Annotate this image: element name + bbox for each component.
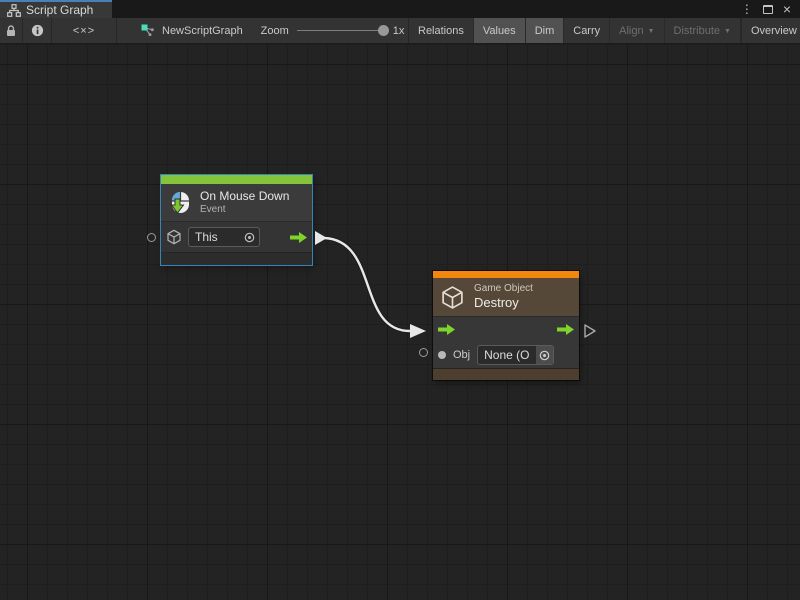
values-toggle[interactable]: Values: [474, 18, 526, 43]
maximize-icon[interactable]: [763, 5, 773, 14]
object-picker-button[interactable]: [536, 346, 553, 364]
window-tab-bar: Script Graph ⋮ ×: [0, 0, 800, 18]
node-header[interactable]: Game Object Destroy: [433, 278, 579, 316]
align-dropdown[interactable]: Align ▼: [610, 18, 664, 43]
connection-wire: [0, 44, 800, 600]
tab-title: Script Graph: [26, 3, 93, 17]
exec-input-arrow[interactable]: [438, 324, 455, 335]
overview-button[interactable]: Overview: [742, 18, 800, 43]
graph-icon: [141, 24, 155, 37]
zoom-control: Zoom 1x: [257, 18, 408, 43]
dim-toggle[interactable]: Dim: [526, 18, 565, 43]
info-icon: [31, 24, 44, 37]
tab-script-graph[interactable]: Script Graph: [0, 0, 112, 18]
object-input-row: Obj None (O: [433, 342, 579, 368]
values-label: Values: [483, 25, 516, 37]
exec-port-row: [433, 316, 579, 342]
relations-toggle[interactable]: Relations: [409, 18, 474, 43]
gameobject-accent-strip: [433, 271, 579, 278]
mouse-down-icon: [167, 190, 193, 216]
lock-button[interactable]: [0, 18, 22, 43]
distribute-dropdown[interactable]: Distribute ▼: [665, 18, 741, 43]
node-footer: [433, 368, 579, 380]
carry-toggle[interactable]: Carry: [564, 18, 610, 43]
code-preview-button[interactable]: <×>: [52, 18, 116, 43]
wire-arrowhead: [410, 324, 426, 338]
input-label: Obj: [453, 349, 470, 361]
chevron-down-icon: ▼: [724, 28, 731, 35]
node-destroy[interactable]: Game Object Destroy Obj None (O: [433, 271, 579, 380]
target-field-value: This: [195, 230, 218, 244]
chevron-down-icon: ▼: [648, 28, 655, 35]
info-button[interactable]: [23, 18, 51, 43]
exec-wire-start-arrow[interactable]: [315, 231, 327, 245]
node-port-row: This: [161, 221, 312, 252]
input-ring-port[interactable]: [419, 348, 428, 357]
object-picker-icon: [539, 350, 550, 361]
carry-label: Carry: [573, 25, 600, 37]
align-label: Align: [619, 25, 643, 37]
graph-name: NewScriptGraph: [162, 25, 243, 37]
graph-toolbar: <×> NewScriptGraph Zoom 1x Relations Val…: [0, 18, 800, 44]
zoom-slider-handle[interactable]: [378, 25, 389, 36]
window-menu-icon[interactable]: ⋮: [741, 3, 753, 15]
value-input-port[interactable]: [438, 351, 446, 359]
overview-label: Overview: [751, 25, 797, 37]
node-category: Game Object: [474, 283, 533, 295]
node-title: Destroy: [474, 295, 533, 311]
zoom-value: 1x: [393, 25, 405, 37]
node-header[interactable]: On Mouse Down Event: [161, 184, 312, 221]
target-object-field[interactable]: This: [188, 227, 260, 247]
graph-breadcrumb[interactable]: NewScriptGraph: [117, 18, 257, 43]
node-title: On Mouse Down: [200, 189, 289, 204]
lock-icon: [5, 24, 17, 37]
exec-output-arrow[interactable]: [557, 324, 574, 335]
graph-canvas[interactable]: On Mouse Down Event This: [0, 44, 800, 600]
dim-label: Dim: [535, 25, 555, 37]
object-picker-icon[interactable]: [244, 232, 255, 243]
hierarchy-icon: [7, 4, 21, 17]
relations-label: Relations: [418, 25, 464, 37]
distribute-label: Distribute: [674, 25, 720, 37]
exec-output-arrow[interactable]: [290, 232, 307, 243]
zoom-slider[interactable]: [297, 30, 385, 31]
game-object-icon: [440, 285, 465, 310]
window-controls: ⋮ ×: [741, 0, 800, 18]
close-icon[interactable]: ×: [783, 2, 791, 16]
node-subtitle: Event: [200, 204, 289, 217]
object-field[interactable]: None (O: [477, 345, 554, 365]
exec-continue-arrow[interactable]: [584, 324, 596, 338]
zoom-label: Zoom: [261, 25, 289, 37]
event-accent-strip: [161, 175, 312, 184]
code-icon: <×>: [73, 25, 95, 37]
node-on-mouse-down[interactable]: On Mouse Down Event This: [161, 175, 312, 265]
input-ring-port[interactable]: [147, 233, 156, 242]
game-object-icon: [166, 229, 182, 245]
node-footer: [161, 252, 312, 265]
object-field-value: None (O: [478, 348, 536, 362]
